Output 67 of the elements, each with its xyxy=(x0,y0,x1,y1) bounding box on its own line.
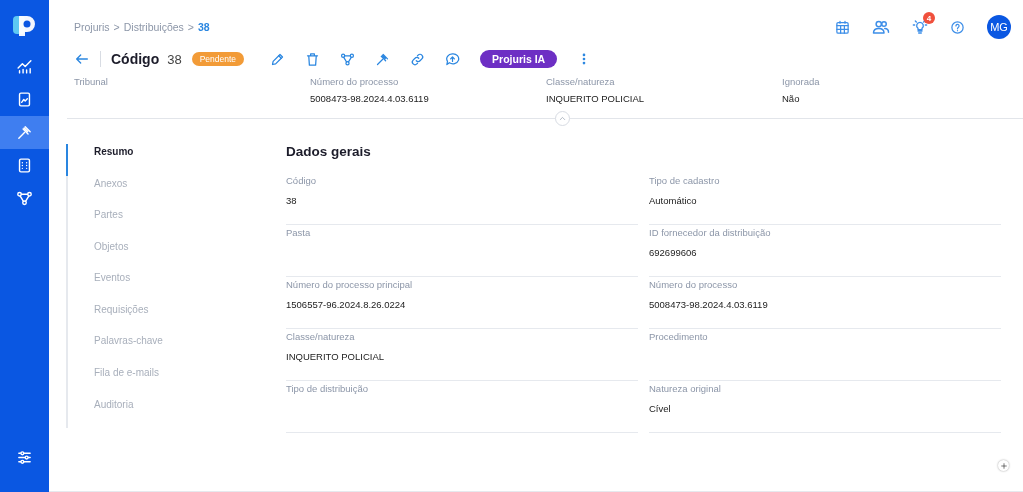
comment-icon[interactable] xyxy=(445,51,461,67)
workflow-icon xyxy=(16,190,33,207)
settings-icon[interactable] xyxy=(16,449,33,466)
field-value: 5008473-98.2024.4.03.6119 xyxy=(649,299,769,310)
notification-badge: 4 xyxy=(923,12,935,24)
section-tab[interactable]: Auditoria xyxy=(66,396,268,429)
summary-label: Tribunal xyxy=(74,76,109,87)
trash-icon[interactable] xyxy=(305,51,321,67)
status-badge: Pendente xyxy=(191,52,245,66)
breadcrumb-separator: > xyxy=(113,21,120,33)
summary-label: Ignorada xyxy=(782,76,821,87)
field-label: Classe/natureza xyxy=(286,331,356,342)
workflow-icon[interactable] xyxy=(340,51,356,67)
document-icon xyxy=(16,91,33,108)
field-label: Número do processo xyxy=(649,279,739,290)
section-title: Dados gerais xyxy=(286,144,372,159)
gavel-icon[interactable] xyxy=(375,51,391,67)
section-tab[interactable]: Resumo xyxy=(66,144,268,176)
field-value: INQUERITO POLICIAL xyxy=(286,351,385,362)
sidebar-item[interactable] xyxy=(0,116,49,149)
back-arrow-icon[interactable] xyxy=(74,51,90,67)
field-label: Tipo de distribuição xyxy=(286,383,370,394)
field-value: 692699606 xyxy=(649,247,698,258)
field-label: Pasta xyxy=(286,227,312,238)
summary-label: Classe/natureza xyxy=(546,76,616,87)
field-value: 1506557-96.2024.8.26.0224 xyxy=(286,299,407,310)
breadcrumb-item[interactable]: Distribuições xyxy=(123,21,184,33)
record-code: 38 xyxy=(167,51,182,67)
people-icon[interactable] xyxy=(872,18,890,36)
field-value: Cível xyxy=(649,403,672,414)
calendar-icon[interactable] xyxy=(835,19,850,35)
breadcrumb-item: 38 xyxy=(198,21,210,33)
field-label: Número do processo principal xyxy=(286,279,414,290)
chart-icon xyxy=(16,58,33,75)
plus-icon xyxy=(999,461,1008,470)
field-value: Automático xyxy=(649,195,698,206)
field-label: Natureza original xyxy=(649,383,722,394)
add-button[interactable] xyxy=(998,460,1009,471)
summary-label: Número do processo xyxy=(310,76,400,87)
field-label: Procedimento xyxy=(649,331,709,342)
summary-value: Não xyxy=(782,93,801,104)
field-label: Tipo de cadastro xyxy=(649,175,721,186)
field-value: 38 xyxy=(286,195,298,206)
summary-value: 5008473-98.2024.4.03.6119 xyxy=(310,93,430,104)
calculator-icon xyxy=(16,157,33,174)
pencil-icon[interactable] xyxy=(270,51,286,67)
summary-value: INQUERITO POLICIAL xyxy=(546,93,645,104)
section-tab[interactable]: Partes xyxy=(66,207,268,239)
link-icon[interactable] xyxy=(410,51,426,67)
logo-icon[interactable] xyxy=(12,14,37,36)
section-tab[interactable]: Requisições xyxy=(66,301,268,334)
section-tab[interactable]: Fila de e-mails xyxy=(66,364,268,397)
breadcrumb-separator: > xyxy=(187,21,194,33)
section-tab[interactable]: Anexos xyxy=(66,175,268,208)
gavel-icon xyxy=(16,124,33,141)
ai-button[interactable]: Projuris IA xyxy=(480,50,558,68)
user-avatar[interactable]: MG xyxy=(987,15,1011,39)
help-icon[interactable] xyxy=(950,19,965,35)
section-tab[interactable]: Objetos xyxy=(66,238,268,271)
lightbulb-icon[interactable] xyxy=(912,19,928,35)
page-title: Código xyxy=(111,51,160,67)
section-tab[interactable]: Eventos xyxy=(66,270,268,302)
section-tab[interactable]: Palavras-chave xyxy=(66,333,268,365)
field-label: ID fornecedor da distribuição xyxy=(649,227,772,238)
field-label: Código xyxy=(286,175,318,186)
chevron-up-icon xyxy=(558,114,567,123)
breadcrumb-item[interactable]: Projuris xyxy=(74,21,110,33)
